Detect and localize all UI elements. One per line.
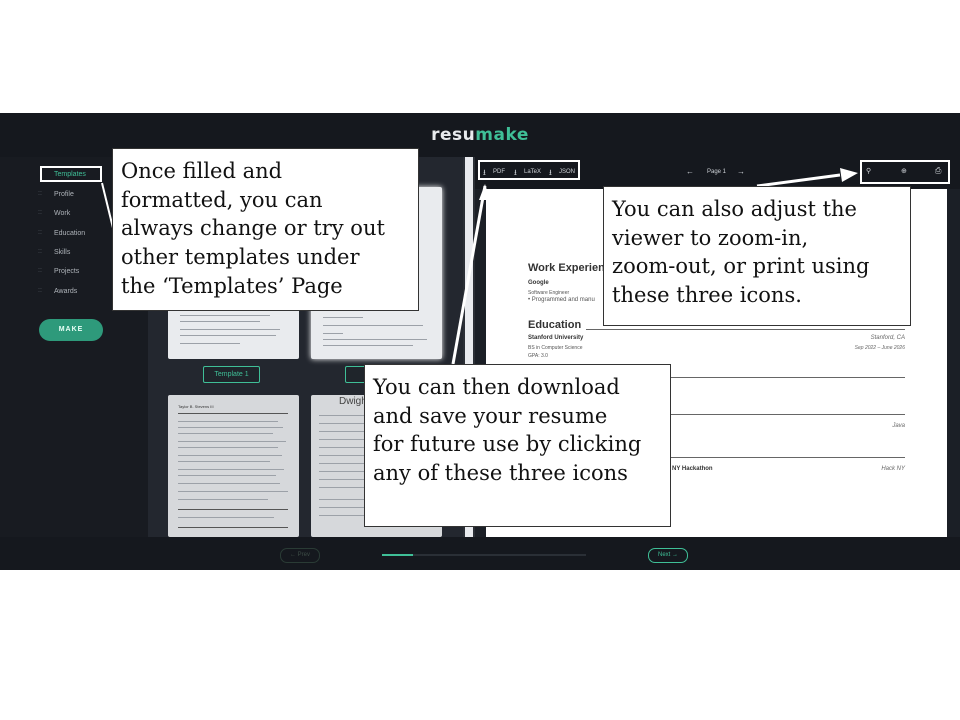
page-indicator: Page 1 (707, 169, 727, 175)
resume-education-heading: Education (528, 319, 582, 331)
prev-button[interactable]: ← Prev (280, 548, 320, 563)
bullet-icon: :: (38, 229, 42, 236)
download-json-button[interactable]: JSON (559, 169, 575, 175)
bullet-icon: :: (38, 248, 42, 255)
next-button[interactable]: Next → (648, 548, 688, 563)
viewer-toolbar: ⭳ PDF ⭳ LaTeX ⭳ JSON ← Page 1 → ⚲ ⊕ ⎙ (475, 157, 960, 189)
resume-dates: Sep 2022 – June 2026 (854, 345, 905, 351)
download-json-icon[interactable]: ⭳ (549, 167, 552, 181)
arrow-left-icon[interactable]: ← (686, 167, 694, 176)
resume-job-title: Software Engineer (528, 290, 570, 296)
download-latex-button[interactable]: LaTeX (524, 169, 541, 175)
sidebar-item-profile[interactable]: Profile (54, 191, 74, 198)
resume-skill: Java (892, 423, 905, 429)
logo-part-1: resu (431, 125, 476, 145)
progress-bar (382, 554, 586, 556)
resume-gpa: GPA: 3.0 (528, 353, 548, 359)
template-1-button[interactable]: Template 1 (203, 366, 260, 383)
callout-zoom: You can also adjust the viewer to zoom-i… (603, 186, 911, 326)
sidebar-item-templates[interactable]: Templates (54, 171, 86, 178)
sidebar-item-awards[interactable]: Awards (54, 288, 77, 295)
sidebar-item-projects[interactable]: Projects (54, 268, 79, 275)
resume-school-location: Stanford, CA (870, 335, 905, 341)
bullet-icon: :: (38, 287, 42, 294)
download-pdf-button[interactable]: PDF (493, 169, 505, 175)
print-icon[interactable]: ⎙ (935, 166, 941, 176)
callout-templates: Once filled and formatted, you can alway… (112, 148, 419, 311)
download-pdf-icon[interactable]: ⭳ (483, 167, 486, 181)
resume-work-heading: Work Experien (528, 262, 605, 274)
resume-award-location: Hack NY (881, 466, 905, 472)
bullet-icon: :: (38, 209, 42, 216)
callout-download: You can then download and save your resu… (364, 364, 671, 527)
sidebar-item-education[interactable]: Education (54, 230, 85, 237)
bullet-icon: :: (38, 190, 42, 197)
arrow-right-icon[interactable]: → (737, 167, 745, 176)
zoom-out-icon[interactable]: ⚲ (866, 167, 871, 175)
resume-school: Stanford University (528, 335, 584, 341)
section-divider (586, 329, 905, 330)
zoom-in-icon[interactable]: ⊕ (901, 167, 907, 175)
thumbnail-name: Taylor B. Stevens III (178, 404, 214, 409)
template-thumbnail-3[interactable]: Taylor B. Stevens III (168, 395, 299, 537)
footer-bar: ← Prev Next → (0, 537, 960, 570)
bullet-icon: :: (38, 267, 42, 274)
download-latex-icon[interactable]: ⭳ (514, 167, 517, 181)
progress-fill (382, 554, 413, 556)
resume-degree: BS in Computer Science (528, 345, 583, 351)
sidebar-item-skills[interactable]: Skills (54, 249, 70, 256)
make-button[interactable]: MAKE (39, 319, 103, 341)
logo: resumake (0, 125, 960, 145)
resume-bullet: • Programmed and manu (528, 297, 595, 303)
resume-award: NY Hackathon (672, 466, 713, 472)
logo-part-2: make (475, 125, 529, 145)
sidebar-item-work[interactable]: Work (54, 210, 70, 217)
resume-company: Google (528, 280, 549, 286)
